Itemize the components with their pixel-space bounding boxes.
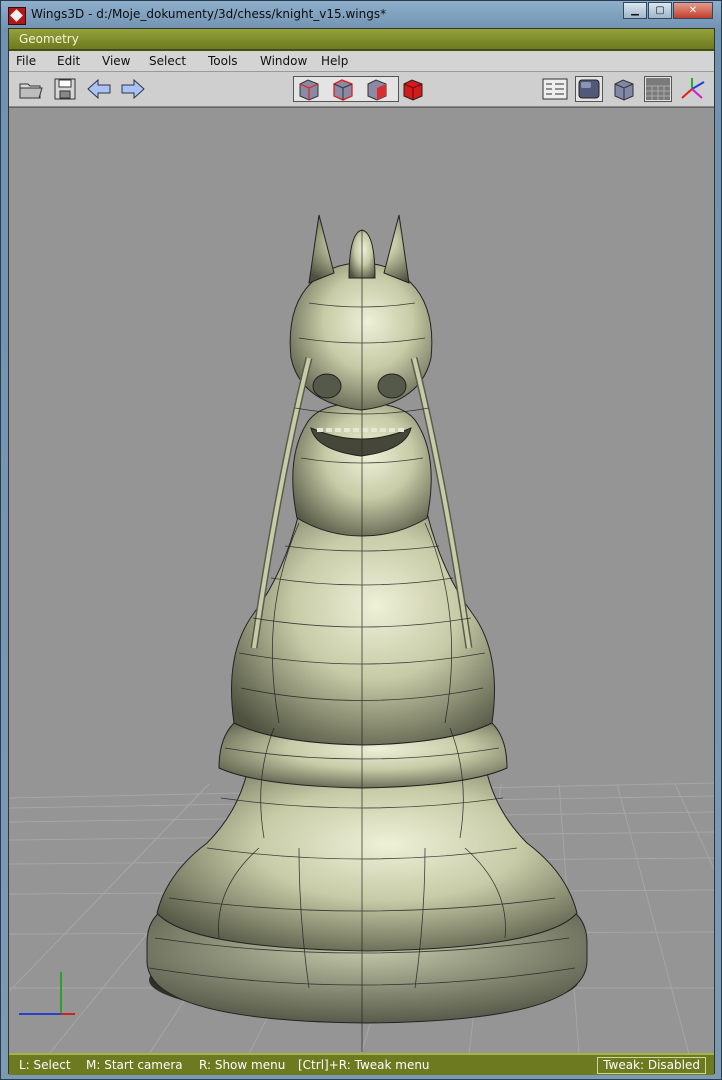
body-mode-button[interactable] — [399, 76, 427, 102]
vertex-mode-icon — [299, 79, 319, 101]
maximize-button[interactable]: ▢ — [648, 2, 672, 19]
axes-button[interactable] — [678, 76, 706, 102]
axis-gizmo — [19, 972, 75, 1015]
menu-window[interactable]: Window — [260, 54, 307, 68]
geometry-title: Geometry — [19, 32, 79, 46]
status-hint-select: L: Select — [19, 1058, 71, 1072]
edge-mode-button[interactable] — [329, 76, 357, 102]
3d-viewport[interactable] — [9, 107, 714, 1054]
ground-grid-button[interactable] — [644, 76, 672, 102]
edge-mode-icon — [333, 79, 353, 101]
status-hint-camera: M: Start camera — [86, 1058, 183, 1072]
toolbar — [9, 72, 714, 107]
redo-button[interactable] — [119, 76, 147, 102]
title-bar[interactable]: Wings3D - d:/Moje_dokumenty/3d/chess/kni… — [1, 1, 721, 29]
tweak-status-badge[interactable]: Tweak: Disabled — [597, 1057, 706, 1074]
status-hint-menu: R: Show menu — [199, 1058, 286, 1072]
status-hint-tweak-menu: [Ctrl]+R: Tweak menu — [298, 1058, 430, 1072]
geometry-window: Geometry File Edit View Select Tools Win… — [8, 28, 715, 1075]
menu-view[interactable]: View — [102, 54, 130, 68]
close-icon: ✕ — [688, 5, 698, 16]
viewport-canvas[interactable] — [9, 108, 714, 1054]
menu-select[interactable]: Select — [149, 54, 186, 68]
wireframe-cube-icon — [614, 79, 634, 101]
menu-bar: File Edit View Select Tools Window Help — [9, 51, 714, 72]
wings3d-window: Wings3D - d:/Moje_dokumenty/3d/chess/kni… — [0, 0, 722, 1080]
window-controls: ▁ ▢ ✕ — [623, 2, 713, 19]
knight-model[interactable] — [146, 214, 588, 1052]
face-mode-icon — [367, 79, 387, 101]
minimize-icon: ▁ — [631, 5, 639, 16]
maximize-icon: ▢ — [655, 5, 665, 16]
menu-file[interactable]: File — [16, 54, 36, 68]
smooth-shaded-button[interactable] — [575, 76, 603, 102]
save-button[interactable] — [51, 76, 79, 102]
window-title: Wings3D - d:/Moje_dokumenty/3d/chess/kni… — [31, 7, 387, 21]
menu-help[interactable]: Help — [321, 54, 348, 68]
body-mode-icon — [403, 79, 423, 101]
undo-arrow-icon — [87, 78, 111, 100]
undo-button[interactable] — [85, 76, 113, 102]
vertex-mode-button[interactable] — [295, 76, 323, 102]
axes-icon — [681, 78, 705, 99]
face-mode-button[interactable] — [363, 76, 391, 102]
geometry-title-bar[interactable]: Geometry — [9, 29, 714, 51]
menu-edit[interactable]: Edit — [57, 54, 80, 68]
save-disk-icon — [54, 78, 76, 100]
outliner-icon — [542, 78, 568, 100]
open-folder-icon — [19, 83, 43, 99]
smooth-shaded-icon — [578, 79, 600, 99]
status-bar: L: Select M: Start camera R: Show menu [… — [9, 1053, 714, 1075]
outliner-button[interactable] — [541, 76, 569, 102]
redo-arrow-icon — [121, 78, 145, 100]
close-button[interactable]: ✕ — [673, 2, 713, 19]
menu-tools[interactable]: Tools — [208, 54, 238, 68]
minimize-button[interactable]: ▁ — [623, 2, 647, 19]
ground-grid-icon — [646, 78, 670, 100]
open-button[interactable] — [17, 76, 45, 102]
wings3d-app-icon[interactable] — [8, 7, 26, 25]
flat-shaded-button[interactable] — [610, 76, 638, 102]
